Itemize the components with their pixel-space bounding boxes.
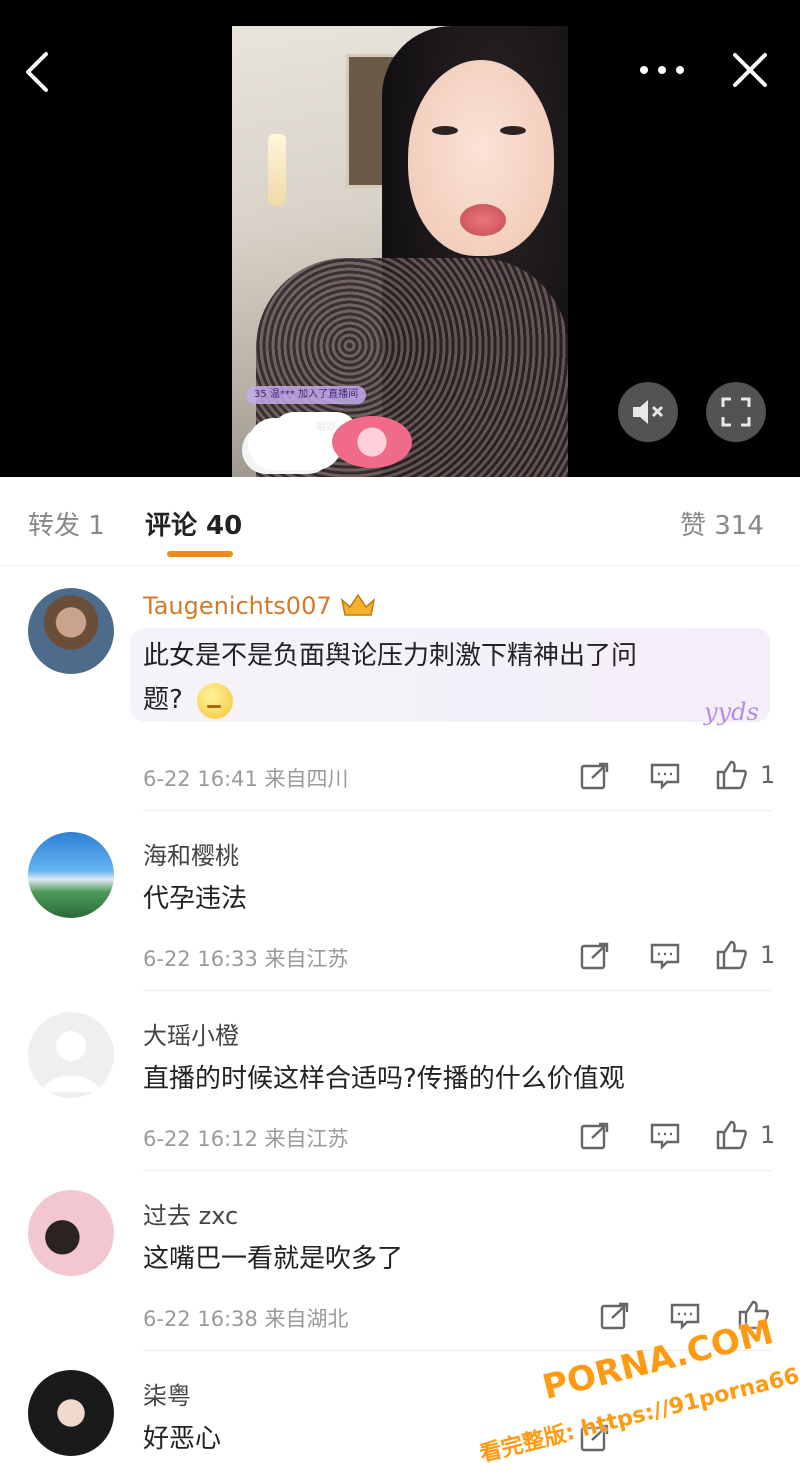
share-icon[interactable] — [580, 942, 610, 970]
eye — [432, 126, 458, 135]
comment-text: 好恶心 — [143, 1424, 222, 1454]
share-icon[interactable] — [580, 1122, 610, 1150]
username-text: Taugenichts007 — [143, 592, 332, 620]
reply-icon[interactable] — [650, 942, 680, 970]
avatar[interactable] — [28, 588, 114, 674]
reply-icon[interactable] — [670, 1302, 700, 1330]
overlay-name: 姐姐 — [316, 422, 336, 433]
mute-icon[interactable] — [618, 382, 678, 442]
active-tab-indicator — [167, 551, 233, 557]
video-player[interactable]: 35 温*** 加入了直播间 姐姐 — [0, 0, 800, 477]
divider — [143, 990, 772, 991]
comment-text: 直播的时候这样合适吗?传播的什么价值观 — [143, 1064, 625, 1094]
live-join-text: 温*** 加入了直播间 — [269, 389, 359, 400]
comment-tabs: 转发 1 评论 40 赞 314 — [0, 477, 800, 566]
tab-comments[interactable]: 评论 40 — [145, 505, 242, 542]
like-count: 1 — [760, 761, 776, 789]
bow-sticker — [332, 416, 412, 468]
reply-icon[interactable] — [650, 762, 680, 790]
fullscreen-icon[interactable] — [706, 382, 766, 442]
more-icon[interactable] — [638, 50, 686, 97]
comment-text: 这嘴巴一看就是吹多了 — [143, 1244, 404, 1274]
comment-text: 代孕违法 — [143, 884, 248, 914]
comment-meta: 6-22 16:38 来自湖北 — [143, 1307, 349, 1331]
comment-username[interactable]: 过去 zxc — [143, 1196, 238, 1231]
like-button[interactable]: 1 — [716, 940, 775, 970]
comment-meta: 6-22 16:33 来自江苏 — [143, 947, 349, 971]
like-button[interactable]: 1 — [716, 1120, 775, 1150]
comment-username[interactable]: 柒粤 — [143, 1376, 191, 1411]
thinking-emoji-icon — [196, 682, 233, 719]
crown-icon — [339, 592, 377, 620]
like-count: 1 — [760, 1121, 776, 1149]
video-frame: 35 温*** 加入了直播间 姐姐 — [232, 26, 568, 477]
like-count: 1 — [760, 941, 776, 969]
live-join-tag: 35 温*** 加入了直播间 — [246, 386, 367, 404]
close-icon[interactable] — [730, 50, 770, 97]
lips — [460, 204, 506, 236]
yyds-badge: yyds — [704, 698, 759, 726]
avatar[interactable] — [28, 1370, 114, 1456]
avatar[interactable] — [28, 1012, 114, 1098]
divider — [143, 810, 772, 811]
share-icon[interactable] — [580, 762, 610, 790]
back-icon[interactable] — [22, 50, 52, 101]
comment-text-continued: 题? — [143, 685, 183, 715]
eye — [500, 126, 526, 135]
lamp — [268, 134, 286, 206]
comment-meta: 6-22 16:12 来自江苏 — [143, 1127, 349, 1151]
comment-username[interactable]: 大瑶小橙 — [143, 1016, 239, 1051]
divider — [143, 1170, 772, 1171]
like-button[interactable]: 1 — [716, 760, 775, 790]
comment-text-line2: 题? — [143, 680, 233, 720]
live-level: 35 — [254, 389, 267, 400]
comment-text: 此女是不是负面舆论压力刺激下精神出了问 — [143, 641, 638, 671]
avatar[interactable] — [28, 1190, 114, 1276]
reply-icon[interactable] — [650, 1122, 680, 1150]
comment-username[interactable]: Taugenichts007 — [143, 592, 377, 620]
comment-username[interactable]: 海和樱桃 — [143, 836, 239, 871]
tab-likes[interactable]: 赞 314 — [680, 505, 764, 542]
share-icon[interactable] — [600, 1302, 630, 1330]
avatar[interactable] — [28, 832, 114, 918]
tab-repost[interactable]: 转发 1 — [28, 505, 105, 542]
comment-meta: 6-22 16:41 来自四川 — [143, 767, 349, 791]
